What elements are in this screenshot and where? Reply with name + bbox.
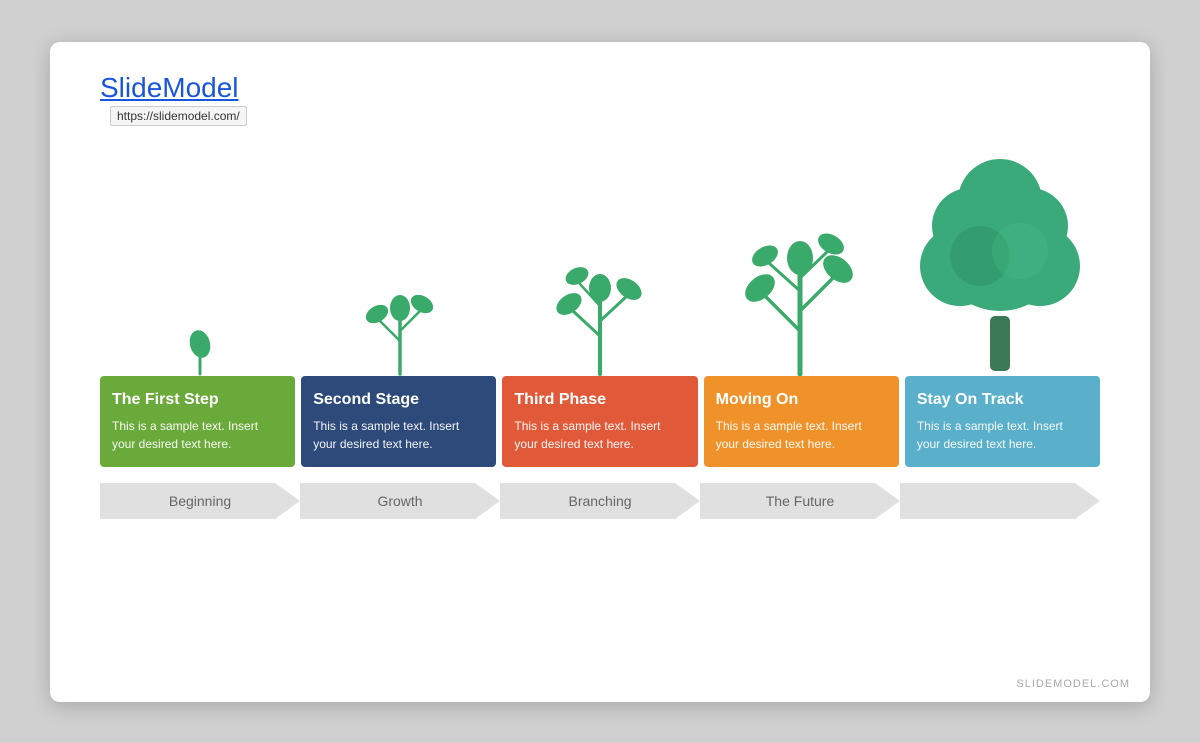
card-3-body: This is a sample text. Insert your desir… xyxy=(514,417,685,453)
card-4-title: Moving On xyxy=(716,390,887,409)
card-1-title: The First Step xyxy=(112,390,283,409)
arrow-5 xyxy=(900,479,1100,523)
arrow-1-shape: Beginning xyxy=(100,479,300,523)
logo-url: https://slidemodel.com/ xyxy=(110,106,247,126)
arrow-3: Branching xyxy=(500,479,700,523)
card-4: Moving On This is a sample text. Insert … xyxy=(704,376,899,467)
card-5-body: This is a sample text. Insert your desir… xyxy=(917,417,1088,453)
arrow-4-shape: The Future xyxy=(700,479,900,523)
logo-link[interactable]: SlideModel xyxy=(100,72,239,104)
plant-5-icon xyxy=(910,136,1090,376)
plant-3-icon xyxy=(555,206,645,376)
logo-area: SlideModel https://slidemodel.com/ xyxy=(100,72,1100,126)
card-4-body: This is a sample text. Insert your desir… xyxy=(716,417,887,453)
card-5-title: Stay On Track xyxy=(917,390,1088,409)
plant-4-icon xyxy=(740,166,860,376)
arrow-4-label: The Future xyxy=(766,493,834,509)
arrows-row: Beginning Growth xyxy=(100,479,1100,523)
arrow-3-label: Branching xyxy=(568,493,631,509)
arrow-2-shape: Growth xyxy=(300,479,500,523)
plant-1 xyxy=(100,296,300,376)
card-3: Third Phase This is a sample text. Inser… xyxy=(502,376,697,467)
card-2: Second Stage This is a sample text. Inse… xyxy=(301,376,496,467)
footer-brand: SLIDEMODEL.COM xyxy=(1016,678,1130,690)
arrow-5-shape xyxy=(900,479,1100,523)
card-2-body: This is a sample text. Insert your desir… xyxy=(313,417,484,453)
cards-row: The First Step This is a sample text. In… xyxy=(100,376,1100,467)
arrow-2-label: Growth xyxy=(377,493,422,509)
arrow-1-label: Beginning xyxy=(169,493,231,509)
plant-2-icon xyxy=(365,246,435,376)
arrow-2: Growth xyxy=(300,479,500,523)
card-1: The First Step This is a sample text. In… xyxy=(100,376,295,467)
plant-1-icon xyxy=(180,296,220,376)
card-2-title: Second Stage xyxy=(313,390,484,409)
slide: SlideModel https://slidemodel.com/ xyxy=(50,42,1150,702)
arrow-1: Beginning xyxy=(100,479,300,523)
plants-row xyxy=(100,136,1100,376)
plant-4 xyxy=(700,166,900,376)
plant-2 xyxy=(300,246,500,376)
card-5: Stay On Track This is a sample text. Ins… xyxy=(905,376,1100,467)
card-3-title: Third Phase xyxy=(514,390,685,409)
arrow-4: The Future xyxy=(700,479,900,523)
main-content: The First Step This is a sample text. In… xyxy=(100,136,1100,682)
arrow-3-shape: Branching xyxy=(500,479,700,523)
plant-3 xyxy=(500,206,700,376)
plant-5 xyxy=(900,136,1100,376)
card-1-body: This is a sample text. Insert your desir… xyxy=(112,417,283,453)
